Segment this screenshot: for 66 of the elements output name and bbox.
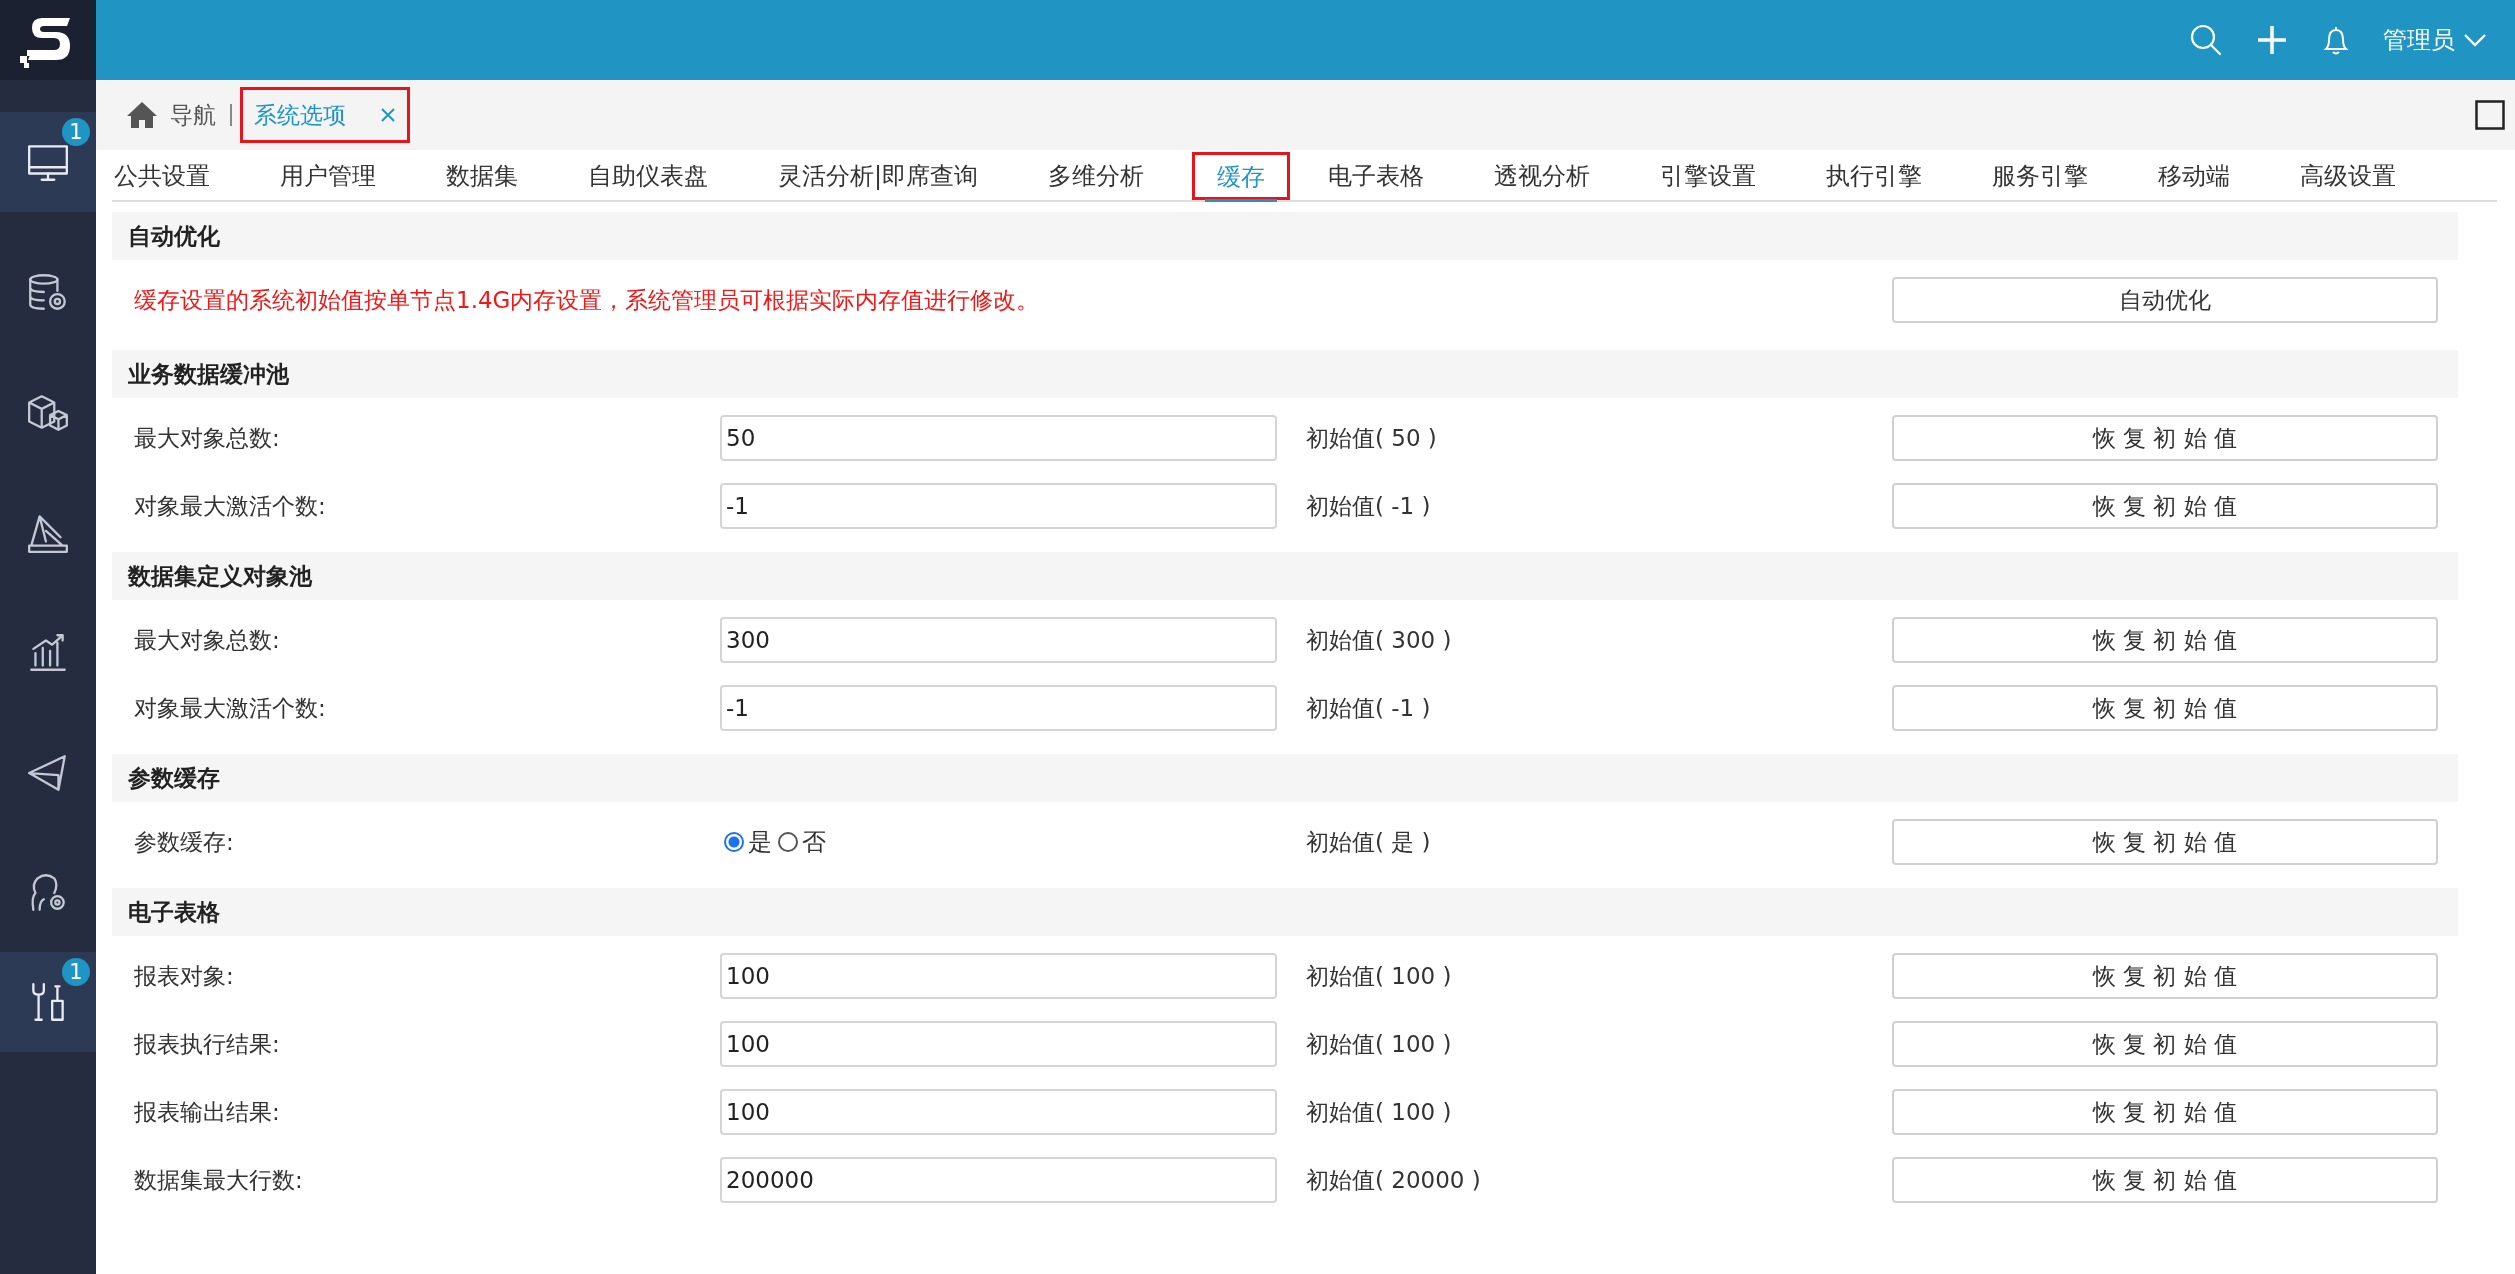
initial-value-text: 初始值( 50 ) [1305,423,1438,453]
radio-option[interactable]: 是 [724,826,772,858]
initial-value-text: 初始值( 是 ) [1305,827,1432,857]
initial-value-text: 初始值( 100 ) [1305,1097,1453,1127]
section-header: 自动优化 [112,212,2458,260]
field-label: 对象最大激活个数: [134,491,327,521]
reset-button[interactable]: 恢 复 初 始 值 [1892,953,2438,999]
field-label: 最大对象总数: [134,625,281,655]
reset-button[interactable]: 恢 复 初 始 值 [1892,819,2438,865]
input-field[interactable]: 50 [720,415,1277,461]
chevron-down-icon [2463,33,2487,47]
initial-value-text: 初始值( 300 ) [1305,625,1453,655]
bell-icon[interactable] [2321,24,2351,56]
plus-icon[interactable] [2255,23,2289,57]
radio-option[interactable]: 否 [778,826,826,858]
page-tab[interactable]: 导航 [126,89,228,141]
field-label: 最大对象总数: [134,423,281,453]
field-label: 数据集最大行数: [134,1165,304,1195]
reset-button[interactable]: 恢 复 初 始 值 [1892,1089,2438,1135]
field-label: 对象最大激活个数: [134,693,327,723]
tab[interactable]: 灵活分析|即席查询 [778,152,1047,200]
tab[interactable]: 高级设置 [2300,152,2465,200]
reset-button[interactable]: 恢 复 初 始 值 [1892,1157,2438,1203]
close-icon[interactable] [380,107,396,123]
tab[interactable]: 服务引擎 [1992,152,2157,200]
notice-text: 缓存设置的系统初始值按单节点1.4G内存设置，系统管理员可根据实际内存值进行修改。 [134,285,1041,315]
section-header: 数据集定义对象池 [112,552,2458,600]
input-field[interactable]: 100 [720,953,1277,999]
input-field[interactable]: -1 [720,483,1277,529]
count-badge: 1 [62,118,90,146]
tab[interactable]: 移动端 [2158,152,2299,200]
initial-value-text: 初始值( 20000 ) [1305,1165,1482,1195]
section-header: 业务数据缓冲池 [112,350,2458,398]
field-label: 报表执行结果: [134,1029,281,1059]
reset-button[interactable]: 恢 复 初 始 值 [1892,685,2438,731]
input-field[interactable]: 100 [720,1089,1277,1135]
tab[interactable]: 数据集 [446,152,586,200]
reset-button[interactable]: 恢 复 初 始 值 [1892,483,2438,529]
auto-optimize-button[interactable]: 自动优化 [1892,277,2438,323]
input-field[interactable]: 100 [720,1021,1277,1067]
tab[interactable]: 执行引擎 [1826,152,1991,200]
tab[interactable]: 自助仪表盘 [588,152,776,200]
field-label: 参数缓存: [134,827,235,857]
initial-value-text: 初始值( 100 ) [1305,961,1453,991]
initial-value-text: 初始值( -1 ) [1305,491,1432,521]
initial-value-text: 初始值( -1 ) [1305,693,1432,723]
reset-button[interactable]: 恢 复 初 始 值 [1892,415,2438,461]
reset-button[interactable]: 恢 复 初 始 值 [1892,1021,2438,1067]
field-label: 报表输出结果: [134,1097,281,1127]
count-badge: 1 [62,958,90,986]
home-icon [126,101,158,129]
tab[interactable]: 电子表格 [1328,152,1493,200]
tab[interactable]: 引擎设置 [1660,152,1825,200]
field-label: 报表对象: [134,961,235,991]
tab[interactable]: 公共设置 [114,152,278,200]
search-icon[interactable] [2189,23,2223,57]
tab[interactable]: 用户管理 [280,152,444,200]
section-header: 电子表格 [112,888,2458,936]
reset-button[interactable]: 恢 复 初 始 值 [1892,617,2438,663]
tab[interactable]: 透视分析 [1494,152,1659,200]
initial-value-text: 初始值( 100 ) [1305,1029,1453,1059]
input-field[interactable]: -1 [720,685,1277,731]
input-field[interactable]: 200000 [720,1157,1277,1203]
input-field[interactable]: 300 [720,617,1277,663]
section-header: 参数缓存 [112,754,2458,802]
maximize-icon[interactable] [2475,100,2505,130]
